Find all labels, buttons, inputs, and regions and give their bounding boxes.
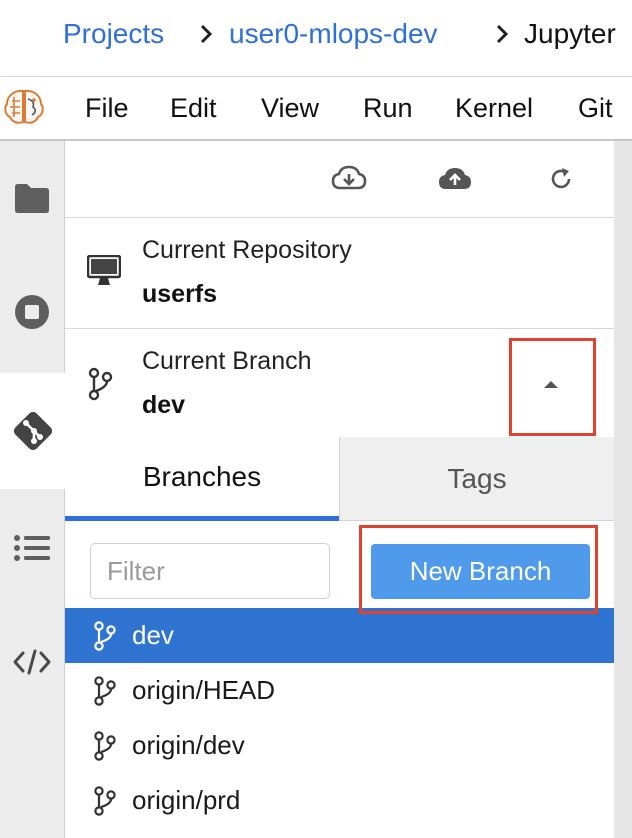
- menu-view[interactable]: View: [261, 91, 319, 125]
- breadcrumb: Projects user0-mlops-dev Jupyter: [0, 0, 632, 76]
- menubar: File Edit View Run Kernel Git: [0, 77, 632, 141]
- caret-up-icon: [544, 381, 558, 388]
- branch-list-item[interactable]: origin/dev: [65, 718, 614, 773]
- git-panel: Current Repository userfs Current Branch…: [65, 141, 614, 838]
- git-tab[interactable]: [0, 373, 65, 489]
- code-snippets-tab[interactable]: [0, 627, 64, 697]
- branch-icon: [88, 367, 113, 401]
- panel-scrollbar[interactable]: [614, 141, 632, 838]
- refresh-button[interactable]: [541, 161, 581, 197]
- breadcrumb-current: Jupyter: [524, 18, 616, 49]
- current-repository-label: Current Repository: [142, 236, 352, 264]
- tab-tags[interactable]: Tags: [339, 437, 614, 521]
- tab-tags-label: Tags: [447, 462, 507, 494]
- branch-name: origin/prd: [132, 785, 241, 815]
- monitor-icon: [87, 255, 121, 285]
- current-branch-value: dev: [142, 391, 186, 419]
- branch-list-item[interactable]: origin/HEAD: [65, 663, 614, 718]
- refresh-icon: [551, 168, 571, 189]
- branch-icon-wrap: [93, 620, 117, 651]
- branch-tag-tabs: Branches Tags: [65, 437, 614, 521]
- menu-file[interactable]: File: [85, 91, 129, 125]
- stop-circle-icon: [15, 295, 49, 329]
- tab-branches-label: Branches: [142, 460, 262, 492]
- current-repository-value: userfs: [142, 280, 218, 308]
- branch-icon-wrap: [93, 675, 117, 706]
- menu-kernel[interactable]: Kernel: [455, 91, 533, 125]
- branch-icon: [94, 785, 116, 816]
- branch-filter-input[interactable]: [90, 543, 330, 599]
- activity-bar: [0, 141, 65, 838]
- branch-icon: [94, 730, 116, 761]
- branch-icon-wrap: [93, 785, 117, 816]
- branch-name: origin/dev: [132, 730, 245, 760]
- breadcrumb-link-project[interactable]: user0-mlops-dev: [229, 16, 438, 52]
- current-repository-section[interactable]: Current Repository userfs: [65, 218, 614, 329]
- branch-menu-toggle[interactable]: [511, 339, 591, 429]
- chevron-right-icon: [200, 24, 213, 44]
- branch-list-item[interactable]: origin/prd: [65, 773, 614, 828]
- current-branch-label: Current Branch: [142, 347, 312, 375]
- git-toolbar: [65, 141, 614, 218]
- branch-icon: [94, 675, 116, 706]
- git-icon: [13, 411, 52, 451]
- list-icon: [14, 535, 50, 561]
- branch-list: dev origin/HEAD origin/dev origin/prd: [65, 608, 614, 828]
- new-branch-button[interactable]: New Branch: [371, 544, 590, 599]
- branch-icon: [94, 620, 116, 651]
- branch-name: origin/HEAD: [132, 675, 276, 705]
- code-icon: [13, 649, 51, 675]
- brain-logo-icon: [4, 89, 44, 124]
- branch-list-item[interactable]: dev: [65, 608, 614, 663]
- menu-edit[interactable]: Edit: [170, 91, 217, 125]
- branch-name: dev: [132, 620, 174, 650]
- cloud-download-icon: [331, 165, 367, 190]
- chevron-right-icon: [496, 24, 509, 44]
- menu-run[interactable]: Run: [363, 91, 413, 125]
- current-branch-section[interactable]: Current Branch dev: [65, 329, 614, 437]
- cloud-upload-icon: [439, 168, 471, 189]
- table-of-contents-tab[interactable]: [0, 513, 64, 583]
- pull-button[interactable]: [329, 161, 369, 197]
- tab-branches[interactable]: Branches: [65, 437, 339, 521]
- file-browser-tab[interactable]: [0, 163, 64, 233]
- folder-icon: [15, 184, 49, 213]
- menu-git[interactable]: Git: [578, 91, 613, 125]
- running-sessions-tab[interactable]: [0, 277, 64, 347]
- push-button[interactable]: [435, 161, 475, 197]
- branch-icon-wrap: [93, 730, 117, 761]
- breadcrumb-link-projects[interactable]: Projects: [63, 16, 164, 52]
